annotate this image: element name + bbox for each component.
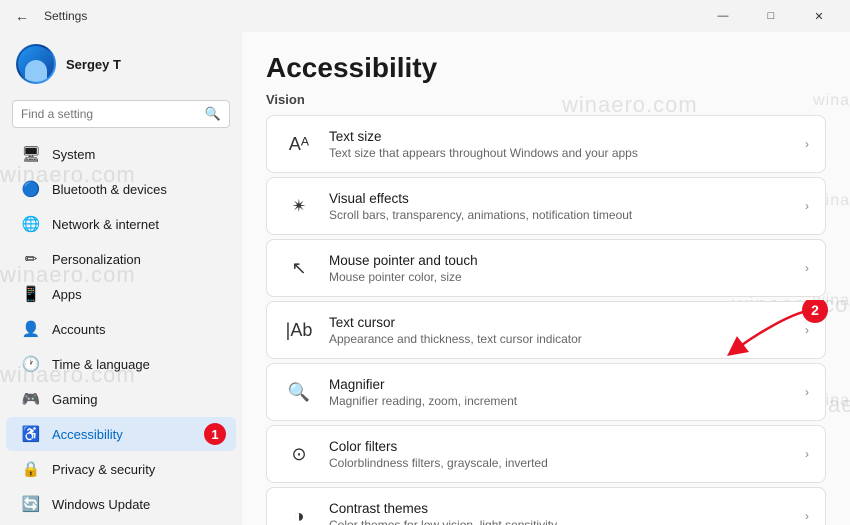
chevron-right-icon: › [805, 323, 809, 337]
settings-item-magnifier[interactable]: 🔍 Magnifier Magnifier reading, zoom, incre… [266, 363, 826, 421]
mouse-pointer-title: Mouse pointer and touch [329, 253, 805, 268]
nav-list: 🖥 System 🔵 Bluetooth & devices 🌐 Network & in… [0, 136, 242, 522]
back-button[interactable]: ← [8, 2, 36, 30]
titlebar-title: Settings [44, 9, 87, 23]
sidebar-item-accounts[interactable]: 👤 Accounts [6, 312, 236, 346]
vision-section-label: Vision [266, 92, 826, 107]
settings-item-text-cursor[interactable]: |Ab Text cursor Appearance and thickness, … [266, 301, 826, 359]
apps-nav-icon: 📱 [22, 285, 40, 303]
sidebar-item-network[interactable]: 🌐 Network & internet [6, 207, 236, 241]
magnifier-icon: 🔍 [283, 376, 315, 408]
sidebar: winaero.com winaero.com winaero.com Serg… [0, 32, 242, 525]
sidebar-item-label-update: Windows Update [52, 497, 150, 512]
settings-item-text-size[interactable]: Aᴬ Text size Text size that appears throug… [266, 115, 826, 173]
sidebar-item-accessibility[interactable]: ♿ Accessibility 1 [6, 417, 236, 451]
privacy-nav-icon: 🔒 [22, 460, 40, 478]
main-container: winaero.com winaero.com winaero.com Serg… [0, 32, 850, 525]
update-nav-icon: 🔄 [22, 495, 40, 513]
text-size-desc: Text size that appears throughout Window… [329, 146, 805, 160]
chevron-right-icon: › [805, 385, 809, 399]
magnifier-desc: Magnifier reading, zoom, increment [329, 394, 805, 408]
search-input[interactable] [21, 107, 199, 121]
avatar [16, 44, 56, 84]
sidebar-item-label-accessibility: Accessibility [52, 427, 123, 442]
contrast-themes-desc: Color themes for low vision, light sensi… [329, 518, 805, 525]
chevron-right-icon: › [805, 261, 809, 275]
user-name: Sergey T [66, 57, 121, 72]
color-filters-icon: ⊙ [283, 438, 315, 470]
network-nav-icon: 🌐 [22, 215, 40, 233]
settings-item-contrast-themes[interactable]: ◑ Contrast themes Color themes for low vis… [266, 487, 826, 525]
content-area: winaero.com winaero.com winaero.com wina… [242, 32, 850, 525]
sidebar-item-label-personalization: Personalization [52, 252, 141, 267]
time-nav-icon: 🕐 [22, 355, 40, 373]
search-icon: 🔍 [205, 106, 221, 122]
minimize-button[interactable]: — [700, 0, 746, 32]
text-cursor-title: Text cursor [329, 315, 805, 330]
close-button[interactable]: ✕ [796, 0, 842, 32]
settings-item-mouse-pointer[interactable]: ↖ Mouse pointer and touch Mouse pointer co… [266, 239, 826, 297]
mouse-pointer-icon: ↖ [283, 252, 315, 284]
personalization-nav-icon: ✏ [22, 250, 40, 268]
maximize-button[interactable]: □ [748, 0, 794, 32]
text-size-title: Text size [329, 129, 805, 144]
sidebar-item-label-privacy: Privacy & security [52, 462, 155, 477]
sidebar-item-personalization[interactable]: ✏ Personalization [6, 242, 236, 276]
chevron-right-icon: › [805, 137, 809, 151]
sidebar-item-bluetooth[interactable]: 🔵 Bluetooth & devices [6, 172, 236, 206]
sidebar-item-privacy[interactable]: 🔒 Privacy & security [6, 452, 236, 486]
gaming-nav-icon: 🎮 [22, 390, 40, 408]
sidebar-item-update[interactable]: 🔄 Windows Update [6, 487, 236, 521]
text-cursor-icon: |Ab [283, 314, 315, 346]
bluetooth-nav-icon: 🔵 [22, 180, 40, 198]
search-box[interactable]: 🔍 [12, 100, 230, 128]
accessibility-nav-icon: ♿ [22, 425, 40, 443]
mouse-pointer-desc: Mouse pointer color, size [329, 270, 805, 284]
annotation-badge-1: 1 [204, 423, 226, 445]
sidebar-item-label-apps: Apps [52, 287, 82, 302]
sidebar-item-label-time: Time & language [52, 357, 150, 372]
visual-effects-icon: ✴ [283, 190, 315, 222]
sidebar-item-label-accounts: Accounts [52, 322, 105, 337]
chevron-right-icon: › [805, 199, 809, 213]
visual-effects-desc: Scroll bars, transparency, animations, n… [329, 208, 805, 222]
window-controls: — □ ✕ [700, 0, 842, 32]
color-filters-title: Color filters [329, 439, 805, 454]
titlebar-left: ← Settings [8, 2, 87, 30]
settings-item-color-filters[interactable]: ⊙ Color filters Colorblindness filters, gr… [266, 425, 826, 483]
sidebar-item-label-gaming: Gaming [52, 392, 98, 407]
color-filters-desc: Colorblindness filters, grayscale, inver… [329, 456, 805, 470]
sidebar-item-label-system: System [52, 147, 95, 162]
magnifier-title: Magnifier [329, 377, 805, 392]
text-size-icon: Aᴬ [283, 128, 315, 160]
page-title: Accessibility [266, 52, 826, 84]
sidebar-item-label-bluetooth: Bluetooth & devices [52, 182, 167, 197]
sidebar-item-gaming[interactable]: 🎮 Gaming [6, 382, 236, 416]
settings-list: Aᴬ Text size Text size that appears throug… [266, 115, 826, 525]
titlebar: ← Settings — □ ✕ [0, 0, 850, 32]
contrast-themes-icon: ◑ [283, 500, 315, 525]
sidebar-item-apps[interactable]: 📱 Apps [6, 277, 236, 311]
system-nav-icon: 🖥 [22, 145, 40, 163]
avatar-inner [18, 46, 54, 82]
text-cursor-desc: Appearance and thickness, text cursor in… [329, 332, 805, 346]
visual-effects-title: Visual effects [329, 191, 805, 206]
user-section[interactable]: Sergey T [0, 32, 242, 96]
svg-text:2: 2 [811, 302, 819, 318]
chevron-right-icon: › [805, 447, 809, 461]
settings-item-visual-effects[interactable]: ✴ Visual effects Scroll bars, transparency… [266, 177, 826, 235]
chevron-right-icon: › [805, 509, 809, 523]
avatar-figure [25, 60, 47, 82]
accounts-nav-icon: 👤 [22, 320, 40, 338]
sidebar-item-label-network: Network & internet [52, 217, 159, 232]
sidebar-item-time[interactable]: 🕐 Time & language [6, 347, 236, 381]
contrast-themes-title: Contrast themes [329, 501, 805, 516]
sidebar-item-system[interactable]: 🖥 System [6, 137, 236, 171]
